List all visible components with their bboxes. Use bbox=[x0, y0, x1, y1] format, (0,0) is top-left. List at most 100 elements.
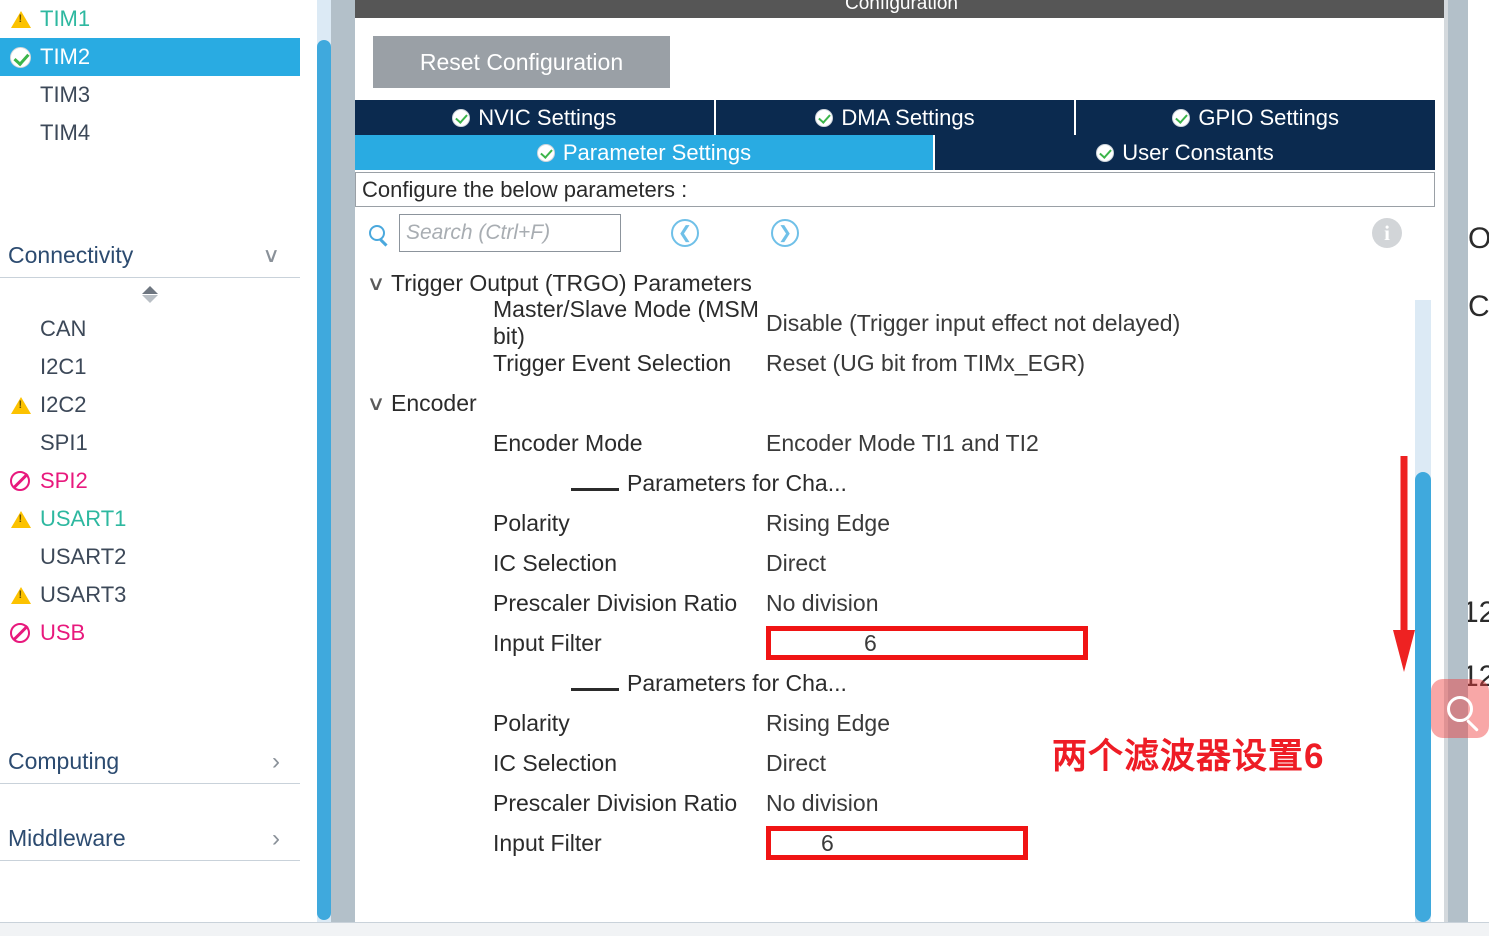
subgroup-label: Parameters for Cha... bbox=[627, 469, 847, 496]
sidebar-section-connectivity[interactable]: Connectivity ∨ bbox=[0, 234, 300, 278]
sidebar-section-middleware[interactable]: Middleware › bbox=[0, 817, 300, 861]
param-row-ch1-polarity[interactable]: Polarity Rising Edge bbox=[361, 503, 1421, 543]
param-row-master-slave-mode[interactable]: Master/Slave Mode (MSM bit) Disable (Tri… bbox=[361, 296, 1421, 349]
main-scrollbar-thumb[interactable] bbox=[1415, 472, 1431, 922]
sidebar-item-tim4[interactable]: TIM4 bbox=[0, 114, 300, 152]
sidebar-item-label: I2C1 bbox=[40, 354, 87, 379]
sidebar-item-label: USB bbox=[40, 620, 86, 645]
subgroup-channel1-header[interactable]: Parameters for Cha... bbox=[361, 463, 1421, 503]
param-value[interactable]: Rising Edge bbox=[766, 510, 890, 537]
sidebar-item-spi2[interactable]: SPI2 bbox=[0, 462, 300, 500]
indent-dash-icon bbox=[571, 675, 619, 691]
param-name: Input Filter bbox=[493, 829, 602, 856]
annotation-note: 两个滤波器设置6 bbox=[1052, 737, 1325, 776]
search-icon bbox=[1447, 695, 1473, 722]
tab-label: DMA Settings bbox=[841, 104, 975, 130]
tab-row-secondary: Parameter Settings User Constants bbox=[355, 135, 1435, 170]
group-label: Encoder bbox=[391, 389, 477, 416]
toolbar: Reset Configuration bbox=[355, 18, 1448, 100]
param-value-highlighted[interactable]: 6 bbox=[766, 826, 1028, 860]
param-row-ch1-ic-selection[interactable]: IC Selection Direct bbox=[361, 543, 1421, 583]
param-row-encoder-mode[interactable]: Encoder Mode Encoder Mode TI1 and TI2 bbox=[361, 423, 1421, 463]
sidebar-item-usb[interactable]: USB bbox=[0, 614, 300, 652]
param-value[interactable]: Reset (UG bit from TIMx_EGR) bbox=[766, 350, 1085, 377]
nav-previous-button[interactable]: ❮ bbox=[671, 219, 699, 247]
check-circle-icon bbox=[1172, 108, 1191, 127]
param-name: IC Selection bbox=[493, 549, 618, 576]
sidebar-item-label: SPI1 bbox=[40, 430, 88, 455]
left-sidebar: TIM1 TIM2 TIM3 TIM4 Connectivity ∨ bbox=[0, 0, 300, 936]
section-label: Middleware bbox=[8, 825, 126, 851]
group-encoder[interactable]: ∨ Encoder bbox=[361, 383, 1421, 423]
warning-triangle-icon bbox=[10, 586, 40, 604]
tab-label: User Constants bbox=[1122, 139, 1274, 165]
tab-parameter-settings[interactable]: Parameter Settings bbox=[355, 135, 935, 170]
tab-dma-settings[interactable]: DMA Settings bbox=[715, 100, 1077, 135]
panel-title-bar: Configuration bbox=[355, 0, 1448, 18]
tab-gpio-settings[interactable]: GPIO Settings bbox=[1076, 100, 1436, 135]
sidebar-item-i2c1[interactable]: I2C1 bbox=[0, 348, 300, 386]
param-name: Prescaler Division Ratio bbox=[493, 789, 738, 816]
param-row-ch1-input-filter[interactable]: Input Filter 6 bbox=[361, 623, 1421, 663]
param-value[interactable]: No division bbox=[766, 590, 879, 617]
chevron-down-icon[interactable]: ∨ bbox=[357, 271, 396, 296]
param-value[interactable]: Direct bbox=[766, 750, 826, 777]
param-value-highlighted[interactable]: 6 bbox=[766, 626, 1088, 660]
scroll-spinner[interactable] bbox=[0, 278, 300, 310]
subgroup-channel2-header[interactable]: Parameters for Cha... bbox=[361, 663, 1421, 703]
chevron-down-icon[interactable]: ∨ bbox=[357, 391, 396, 416]
sidebar-item-can[interactable]: CAN bbox=[0, 310, 300, 348]
param-name: Master/Slave Mode (MSM bit) bbox=[493, 296, 759, 349]
configure-label: Configure the below parameters : bbox=[362, 176, 688, 202]
sidebar-scrollbar-thumb[interactable] bbox=[317, 40, 331, 920]
tab-nvic-settings[interactable]: NVIC Settings bbox=[355, 100, 716, 135]
sidebar-item-label: I2C2 bbox=[40, 392, 87, 417]
sidebar-item-label: USART1 bbox=[40, 506, 127, 531]
sidebar-item-usart1[interactable]: USART1 bbox=[0, 500, 300, 538]
tab-user-constants[interactable]: User Constants bbox=[935, 135, 1435, 170]
sidebar-item-label: USART3 bbox=[40, 582, 127, 607]
sidebar-item-spi1[interactable]: SPI1 bbox=[0, 424, 300, 462]
sidebar-item-label: TIM2 bbox=[40, 44, 91, 69]
tab-label: Parameter Settings bbox=[562, 139, 752, 165]
configure-instruction: Configure the below parameters : bbox=[355, 172, 1435, 207]
param-row-trigger-event-selection[interactable]: Trigger Event Selection Reset (UG bit fr… bbox=[361, 343, 1421, 383]
sidebar-item-label: CAN bbox=[40, 316, 87, 341]
param-row-ch2-input-filter[interactable]: Input Filter 6 bbox=[361, 823, 1421, 863]
chevron-right-icon: › bbox=[272, 747, 280, 775]
section-label: Connectivity bbox=[8, 242, 134, 268]
param-value[interactable]: Direct bbox=[766, 550, 826, 577]
param-name: Prescaler Division Ratio bbox=[493, 589, 738, 616]
param-value[interactable]: Disable (Trigger input effect not delaye… bbox=[766, 310, 1180, 337]
param-name: Polarity bbox=[493, 509, 570, 536]
sidebar-item-usart3[interactable]: USART3 bbox=[0, 576, 300, 614]
nav-next-button[interactable]: ❯ bbox=[771, 219, 799, 247]
sidebar-item-tim2[interactable]: TIM2 bbox=[0, 38, 300, 76]
param-value[interactable]: Rising Edge bbox=[766, 710, 890, 737]
sidebar-item-label: TIM4 bbox=[40, 120, 91, 145]
indent-dash-icon bbox=[571, 475, 619, 491]
sidebar-section-computing[interactable]: Computing › bbox=[0, 740, 300, 784]
param-value[interactable]: Encoder Mode TI1 and TI2 bbox=[766, 430, 1039, 457]
param-name: Polarity bbox=[493, 709, 570, 736]
red-down-arrow-icon bbox=[1393, 456, 1415, 672]
magnifier-floating-button[interactable] bbox=[1431, 679, 1489, 738]
page-title: Configuration bbox=[844, 0, 959, 14]
check-circle-icon bbox=[815, 108, 834, 127]
reset-configuration-button[interactable]: Reset Configuration bbox=[373, 36, 670, 88]
param-value[interactable]: No division bbox=[766, 790, 879, 817]
search-input[interactable] bbox=[399, 214, 621, 252]
group-label: Trigger Output (TRGO) Parameters bbox=[391, 269, 752, 296]
info-icon[interactable]: i bbox=[1372, 218, 1402, 248]
sidebar-item-tim1[interactable]: TIM1 bbox=[0, 0, 300, 38]
subgroup-label: Parameters for Cha... bbox=[627, 669, 847, 696]
tab-label: NVIC Settings bbox=[478, 104, 617, 130]
check-circle-icon bbox=[536, 143, 555, 162]
param-row-ch2-prescaler-division-ratio[interactable]: Prescaler Division Ratio No division bbox=[361, 783, 1421, 823]
sidebar-item-tim3[interactable]: TIM3 bbox=[0, 76, 300, 114]
sidebar-item-usart2[interactable]: USART2 bbox=[0, 538, 300, 576]
tab-row-primary: NVIC Settings DMA Settings GPIO Settings bbox=[355, 100, 1436, 135]
sidebar-item-i2c2[interactable]: I2C2 bbox=[0, 386, 300, 424]
param-row-ch1-prescaler-division-ratio[interactable]: Prescaler Division Ratio No division bbox=[361, 583, 1421, 623]
configuration-panel: Configuration Reset Configuration NVIC S… bbox=[355, 0, 1448, 936]
